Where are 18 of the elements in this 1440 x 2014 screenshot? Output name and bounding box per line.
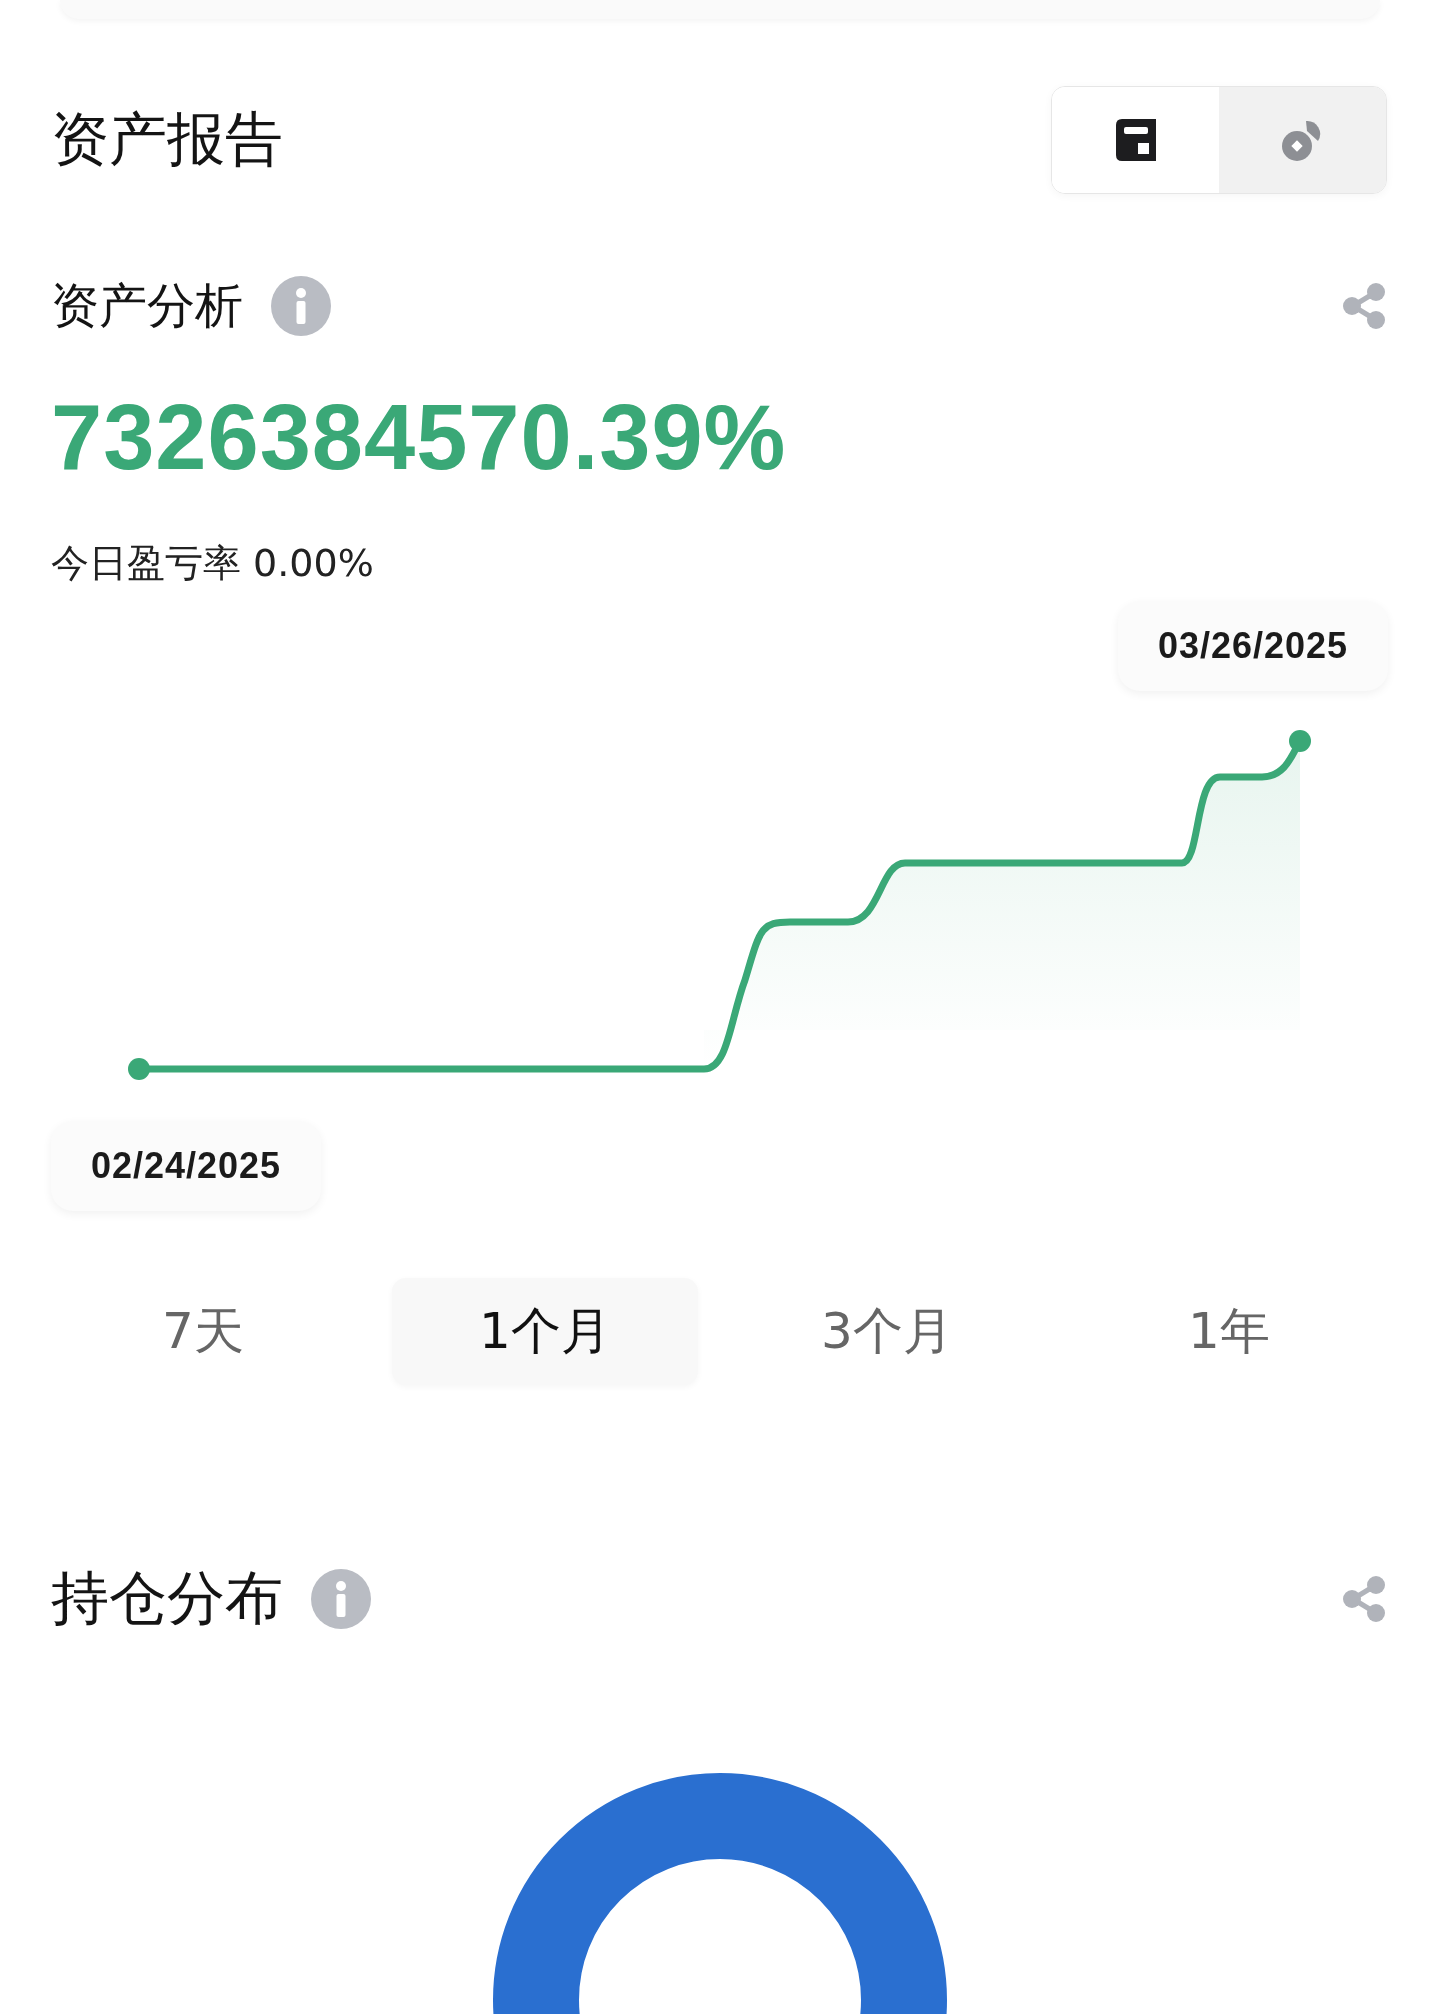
share-icon[interactable] xyxy=(1341,282,1387,330)
toggle-button[interactable] xyxy=(1219,87,1386,193)
info-icon[interactable] xyxy=(271,276,331,336)
section-title: 资产报告 xyxy=(51,105,283,175)
share-icon[interactable] xyxy=(1341,1575,1387,1623)
date-tooltip: 03/26/2025 xyxy=(1118,601,1388,691)
period-tab[interactable]: 3个月 xyxy=(734,1278,1040,1385)
period-tab[interactable]: 1年 xyxy=(1076,1278,1382,1385)
toggle-button[interactable] xyxy=(1052,87,1219,193)
section-title: 资产分析 xyxy=(51,277,243,335)
period-tab[interactable]: 7天 xyxy=(50,1278,356,1385)
period-tab[interactable]: 1个月 xyxy=(392,1278,698,1385)
daily-profit-rate: 今日盈亏率 0.00% xyxy=(51,540,375,587)
date-tooltip: 02/24/2025 xyxy=(51,1121,321,1211)
layout-icon xyxy=(1115,119,1156,161)
info-icon[interactable] xyxy=(311,1569,371,1629)
section-title: 持仓分布 xyxy=(51,1564,283,1634)
return-rate: 7326384570.39% xyxy=(51,387,788,487)
